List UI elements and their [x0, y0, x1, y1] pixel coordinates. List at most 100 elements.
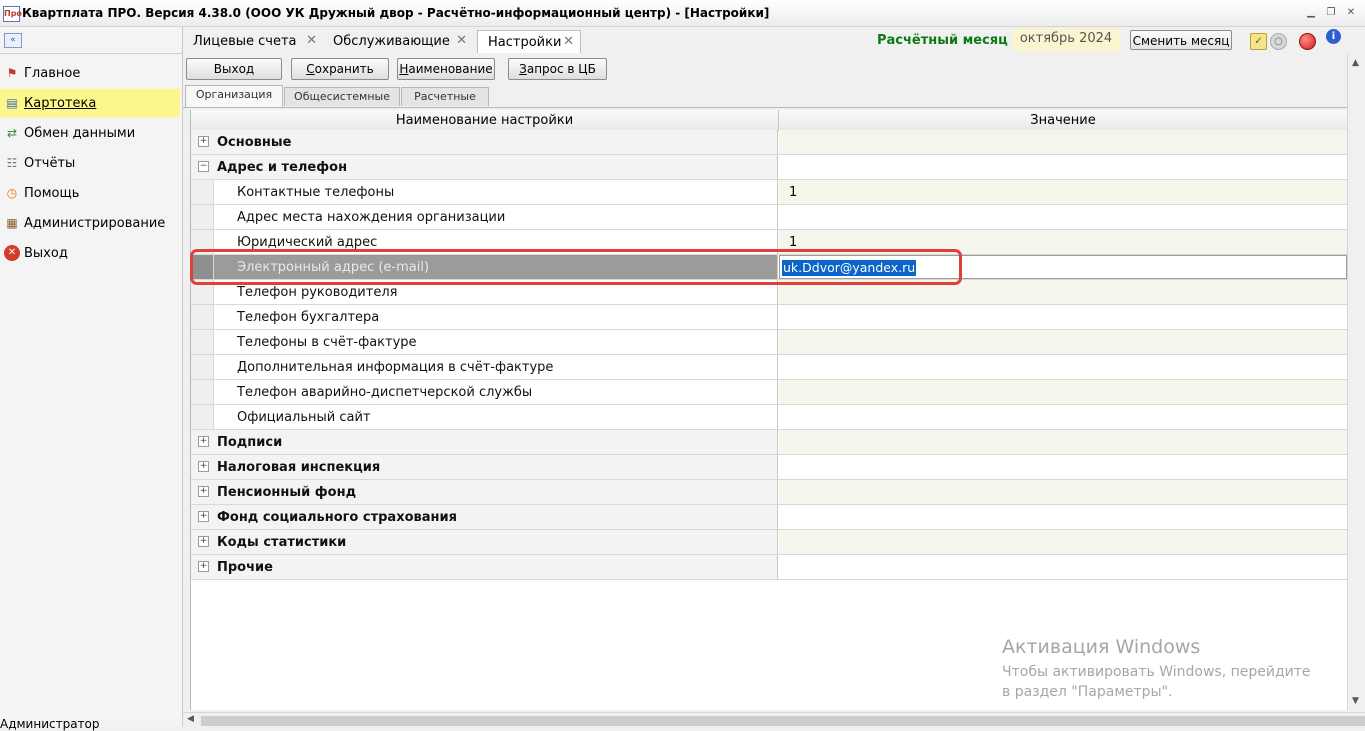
- group-row[interactable]: + Основные: [191, 130, 1347, 155]
- tab-organization[interactable]: Организация: [185, 85, 283, 107]
- expand-icon[interactable]: +: [198, 436, 209, 447]
- settings-sub-tabs: Организация Общесистемные Расчетные: [183, 85, 1365, 108]
- tab-calculation[interactable]: Расчетные: [401, 87, 489, 106]
- setting-name-cell[interactable]: Телефоны в счёт-фактуре: [191, 330, 778, 354]
- setting-name-cell[interactable]: + Коды статистики: [191, 530, 778, 554]
- group-row[interactable]: + Пенсионный фонд: [191, 480, 1347, 505]
- setting-name-cell[interactable]: + Пенсионный фонд: [191, 480, 778, 504]
- column-header-name[interactable]: Наименование настройки: [191, 110, 779, 130]
- setting-name-cell[interactable]: + Прочие: [191, 555, 778, 579]
- expand-icon[interactable]: +: [198, 511, 209, 522]
- tab-system-wide[interactable]: Общесистемные: [284, 87, 400, 106]
- info-notification-icon[interactable]: i: [1326, 29, 1341, 44]
- sidebar-item-label: Картотека: [24, 95, 97, 111]
- expand-icon[interactable]: +: [198, 536, 209, 547]
- sidebar-item-exit[interactable]: ✕ Выход: [0, 239, 180, 267]
- sidebar-item-card-index[interactable]: ▤ Картотека: [0, 89, 180, 117]
- expand-icon[interactable]: +: [198, 486, 209, 497]
- setting-name-cell[interactable]: + Налоговая инспекция: [191, 455, 778, 479]
- setting-value-cell[interactable]: [779, 455, 1347, 479]
- setting-value-cell[interactable]: [779, 530, 1347, 554]
- tab-settings[interactable]: Настройки ✕: [477, 30, 581, 53]
- collapse-icon[interactable]: −: [198, 161, 209, 172]
- help-icon: ◷: [6, 186, 18, 200]
- setting-value-cell[interactable]: [779, 430, 1347, 454]
- setting-name-cell[interactable]: Официальный сайт: [191, 405, 778, 429]
- setting-name-cell[interactable]: + Подписи: [191, 430, 778, 454]
- setting-row[interactable]: Контактные телефоны 1: [191, 180, 1347, 205]
- group-row[interactable]: + Прочие: [191, 555, 1347, 580]
- setting-name-cell[interactable]: − Адрес и телефон: [191, 155, 778, 179]
- column-header-value[interactable]: Значение: [779, 110, 1347, 130]
- scrollbar-thumb[interactable]: [201, 716, 1365, 726]
- setting-value-cell[interactable]: [779, 205, 1347, 229]
- exit-button-label: Выход: [213, 62, 255, 76]
- request-cb-button[interactable]: Запрос в ЦБ: [508, 58, 607, 80]
- windows-activation-watermark: Активация Windows Чтобы активировать Win…: [1002, 636, 1322, 702]
- setting-value-cell[interactable]: [779, 555, 1347, 579]
- sidebar-item-reports[interactable]: ☷ Отчёты: [0, 149, 180, 177]
- setting-value-cell[interactable]: [779, 480, 1347, 504]
- expand-icon[interactable]: +: [198, 461, 209, 472]
- checklist-icon[interactable]: ✓: [1250, 33, 1267, 50]
- horizontal-scrollbar[interactable]: ◀: [183, 712, 1365, 728]
- group-label: Основные: [217, 135, 292, 150]
- tab-service-providers[interactable]: Обслуживающие ✕: [323, 30, 473, 53]
- scroll-left-icon[interactable]: ◀: [187, 714, 194, 724]
- setting-row[interactable]: Дополнительная информация в счёт-фактуре: [191, 355, 1347, 380]
- setting-name-cell[interactable]: Адрес места нахождения организации: [191, 205, 778, 229]
- setting-label: Телефон бухгалтера: [237, 310, 380, 325]
- sidebar-item-data-exchange[interactable]: ⇄ Обмен данными: [0, 119, 180, 147]
- setting-value-cell[interactable]: 1: [779, 180, 1347, 204]
- setting-value-cell[interactable]: [779, 330, 1347, 354]
- restore-icon[interactable]: ❐: [1323, 5, 1339, 20]
- setting-row[interactable]: Телефон аварийно-диспетчерской службы: [191, 380, 1347, 405]
- sidebar-item-main[interactable]: ⚑ Главное: [0, 59, 180, 87]
- close-tab-icon[interactable]: ✕: [563, 34, 574, 49]
- search-disc-icon[interactable]: ○: [1270, 33, 1287, 50]
- setting-value-cell[interactable]: [779, 130, 1347, 154]
- setting-value-cell[interactable]: [779, 380, 1347, 404]
- sidebar-item-administration[interactable]: ▦ Администрирование: [0, 209, 180, 237]
- save-button[interactable]: Сохранить: [291, 58, 389, 80]
- group-row[interactable]: + Фонд социального страхования: [191, 505, 1347, 530]
- settings-grid: Наименование настройки Значение + Основны…: [190, 110, 1347, 710]
- close-tab-icon[interactable]: ✕: [306, 33, 317, 48]
- minimize-icon[interactable]: ▁: [1303, 5, 1319, 20]
- scroll-up-icon[interactable]: ▲: [1352, 58, 1359, 68]
- setting-label: Контактные телефоны: [237, 185, 395, 200]
- setting-name-cell[interactable]: Телефон бухгалтера: [191, 305, 778, 329]
- group-row[interactable]: + Коды статистики: [191, 530, 1347, 555]
- vertical-scrollbar[interactable]: ▲ ▼: [1347, 54, 1365, 710]
- setting-value-cell[interactable]: [779, 155, 1347, 179]
- setting-value-cell[interactable]: [779, 405, 1347, 429]
- group-row[interactable]: + Подписи: [191, 430, 1347, 455]
- setting-name-cell[interactable]: Дополнительная информация в счёт-фактуре: [191, 355, 778, 379]
- exit-button[interactable]: Выход: [186, 58, 282, 80]
- record-icon[interactable]: [1299, 33, 1316, 50]
- setting-row[interactable]: Телефоны в счёт-фактуре: [191, 330, 1347, 355]
- close-tab-icon[interactable]: ✕: [456, 33, 467, 48]
- close-icon[interactable]: ✕: [1343, 5, 1359, 20]
- scroll-down-icon[interactable]: ▼: [1352, 696, 1359, 706]
- naming-button[interactable]: Наименование: [397, 58, 495, 80]
- collapse-sidebar-icon[interactable]: «: [4, 33, 22, 48]
- tab-label: Лицевые счета: [193, 34, 297, 49]
- expand-icon[interactable]: +: [198, 136, 209, 147]
- tab-personal-accounts[interactable]: Лицевые счета ✕: [183, 30, 323, 53]
- setting-row[interactable]: Телефон бухгалтера: [191, 305, 1347, 330]
- sidebar-item-help[interactable]: ◷ Помощь: [0, 179, 180, 207]
- setting-row[interactable]: Адрес места нахождения организации: [191, 205, 1347, 230]
- group-row[interactable]: + Налоговая инспекция: [191, 455, 1347, 480]
- change-month-button[interactable]: Сменить месяц: [1130, 30, 1232, 50]
- setting-name-cell[interactable]: Контактные телефоны: [191, 180, 778, 204]
- setting-name-cell[interactable]: + Фонд социального страхования: [191, 505, 778, 529]
- setting-name-cell[interactable]: + Основные: [191, 130, 778, 154]
- setting-value-cell[interactable]: [779, 355, 1347, 379]
- setting-value-cell[interactable]: [779, 305, 1347, 329]
- group-row[interactable]: − Адрес и телефон: [191, 155, 1347, 180]
- expand-icon[interactable]: +: [198, 561, 209, 572]
- setting-row[interactable]: Официальный сайт: [191, 405, 1347, 430]
- setting-name-cell[interactable]: Телефон аварийно-диспетчерской службы: [191, 380, 778, 404]
- setting-value-cell[interactable]: [779, 505, 1347, 529]
